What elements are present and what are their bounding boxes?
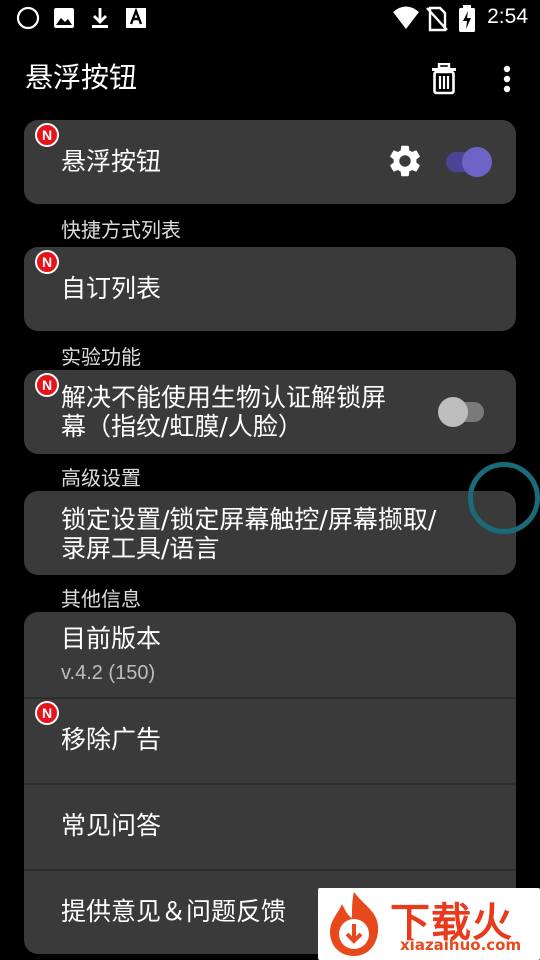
biometric-label-line2: 幕（指纹/虹膜/人脸） <box>61 412 303 441</box>
section-header-advanced: 高级设置 <box>61 466 141 490</box>
new-badge: N <box>35 373 59 397</box>
battery-charging-icon <box>458 5 476 37</box>
biometric-unlock-card[interactable]: N 解决不能使用生物认证解锁屏 幕（指纹/虹膜/人脸） <box>24 370 516 454</box>
remove-ads-row[interactable]: N 移除广告 <box>24 699 516 783</box>
new-badge: N <box>35 250 59 274</box>
floating-button-card[interactable]: N 悬浮按钮 <box>24 120 516 204</box>
flame-logo-icon <box>322 890 386 960</box>
biometric-label-line1: 解决不能使用生物认证解锁屏 <box>61 383 387 412</box>
more-vert-icon[interactable] <box>496 60 518 98</box>
download-icon <box>88 6 112 34</box>
floating-button-toggle[interactable] <box>444 146 494 178</box>
new-badge: N <box>35 123 59 147</box>
feedback-label: 提供意见＆问题反馈 <box>61 897 287 926</box>
section-header-experimental: 实验功能 <box>61 345 141 369</box>
faq-label: 常见问答 <box>61 811 162 840</box>
page-title: 悬浮按钮 <box>25 61 138 94</box>
circle-icon <box>16 6 40 34</box>
font-a-icon <box>124 6 148 34</box>
advanced-settings-card[interactable]: 锁定设置/锁定屏幕触控/屏幕撷取/ 录屏工具/语言 <box>24 491 516 575</box>
faq-row[interactable]: 常见问答 <box>24 785 516 869</box>
advanced-label-line2: 录屏工具/语言 <box>61 534 220 563</box>
remove-ads-label: 移除广告 <box>61 725 162 754</box>
version-value: v.4.2 (150) <box>61 662 156 684</box>
custom-list-label: 自订列表 <box>61 274 162 303</box>
new-badge: N <box>35 701 59 725</box>
toggle-thumb <box>462 147 492 177</box>
watermark: 下载火 xiazaihuo.com <box>318 888 540 960</box>
trash-icon[interactable] <box>428 60 460 98</box>
no-sim-icon <box>425 6 449 36</box>
version-row[interactable]: 目前版本 v.4.2 (150) <box>24 612 516 697</box>
toggle-thumb <box>438 397 468 427</box>
section-header-shortcuts: 快捷方式列表 <box>61 218 181 242</box>
floating-button-overlay[interactable] <box>468 462 540 534</box>
status-time: 2:54 <box>487 5 528 28</box>
version-label: 目前版本 <box>61 624 162 653</box>
app-screen: 2:54 悬浮按钮 N 悬浮按钮 快捷方式列表 N 自订列表 实验功能 N 解决… <box>0 0 540 960</box>
wifi-icon <box>392 5 420 35</box>
image-icon <box>52 6 76 34</box>
floating-button-label: 悬浮按钮 <box>61 147 162 176</box>
settings-gear-icon[interactable] <box>386 142 424 184</box>
biometric-toggle[interactable] <box>436 396 488 428</box>
advanced-label-line1: 锁定设置/锁定屏幕触控/屏幕撷取/ <box>61 505 437 534</box>
status-bar: 2:54 <box>0 0 540 38</box>
section-header-other-info: 其他信息 <box>61 587 141 611</box>
custom-list-card[interactable]: N 自订列表 <box>24 247 516 331</box>
watermark-url: xiazaihuo.com <box>400 936 522 954</box>
